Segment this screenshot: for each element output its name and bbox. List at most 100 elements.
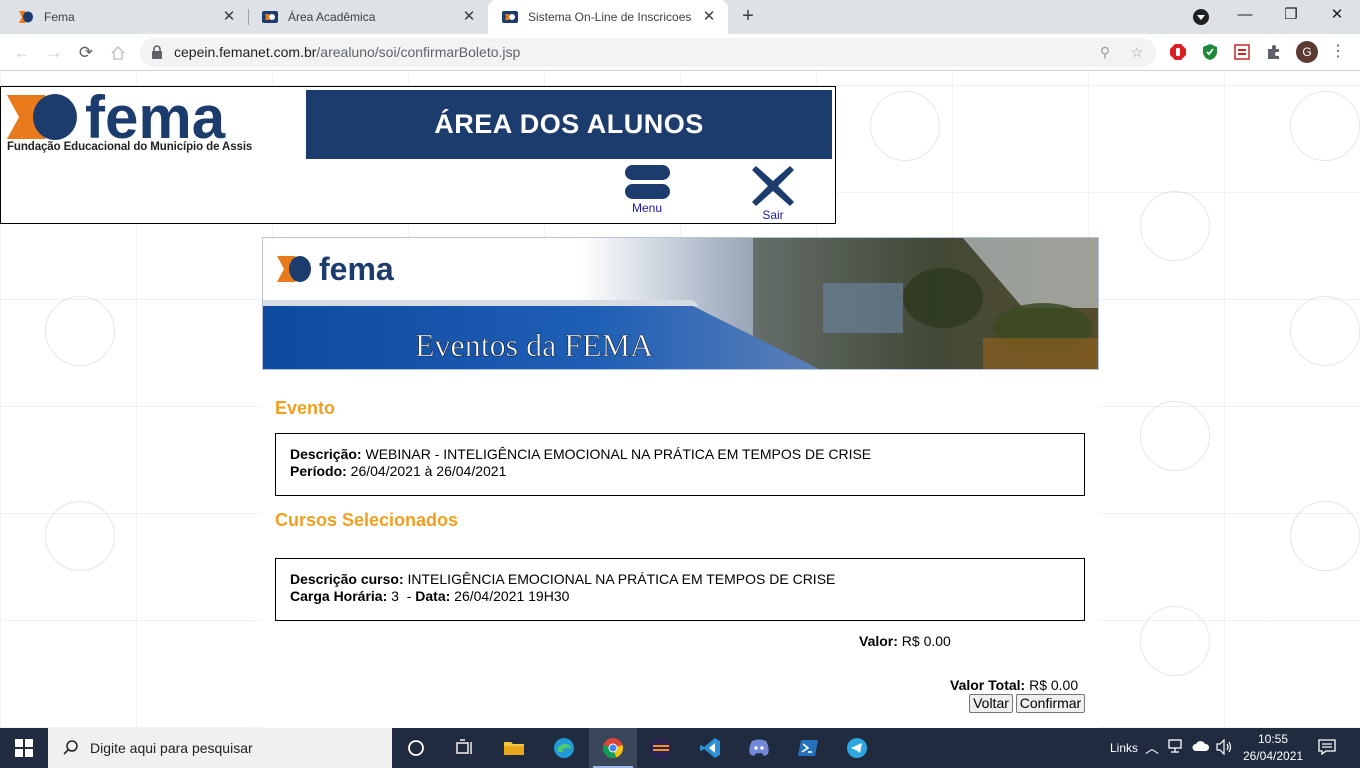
powershell-icon[interactable] — [784, 728, 832, 768]
taskbar-search-box[interactable]: Digite aqui para pesquisar — [48, 728, 392, 768]
search-placeholder: Digite aqui para pesquisar — [90, 740, 253, 756]
bookmark-star-icon[interactable]: ☆ — [1128, 43, 1146, 61]
data-value: 26/04/2021 19H30 — [450, 588, 570, 604]
tab-area-academica[interactable]: Área Acadêmica ✕ — [248, 0, 488, 34]
tab-fema[interactable]: Fema ✕ — [4, 0, 248, 34]
background-pattern — [45, 296, 115, 366]
fema-favicon-icon — [502, 9, 518, 25]
sair-label: Sair — [762, 208, 784, 222]
valor-label: Valor: — [859, 633, 898, 649]
edge-icon[interactable] — [540, 728, 588, 768]
chrome-icon[interactable] — [589, 728, 637, 768]
back-icon[interactable]: ← — [8, 39, 36, 67]
close-window-button[interactable]: ✕ — [1314, 0, 1360, 32]
clock-date[interactable]: 26/04/2021 — [1243, 749, 1303, 763]
background-pattern — [1140, 401, 1210, 471]
logo-tagline: Fundação Educacional do Município de Ass… — [7, 141, 253, 153]
valor-total-value: R$ 0.00 — [1025, 677, 1079, 693]
banner-title: Eventos da FEMA — [415, 327, 653, 363]
voltar-button[interactable]: Voltar — [969, 694, 1013, 713]
main-content: fema Eventos da FEMA Evento Descrição: W… — [262, 237, 1099, 728]
tab-title: Fema — [44, 10, 75, 24]
descricao-curso-label: Descrição curso: — [290, 571, 404, 587]
descricao-value: WEBINAR - INTELIGÊNCIA EMOCIONAL NA PRÁT… — [361, 446, 872, 462]
curso-info-box: Descrição curso: INTELIGÊNCIA EMOCIONAL … — [275, 558, 1085, 621]
evento-periodo-line: Período: 26/04/2021 à 26/04/2021 — [290, 463, 1070, 480]
more-menu-icon[interactable]: ⋮ — [1330, 41, 1346, 63]
task-view-icon[interactable] — [440, 728, 488, 768]
menu-button[interactable]: Menu — [621, 165, 673, 217]
background-pattern — [870, 91, 940, 161]
address-bar[interactable]: cepein.femanet.com.br/arealuno/soi/confi… — [140, 38, 1156, 67]
chevron-up-icon[interactable]: ︿ — [1145, 738, 1159, 758]
tab-title: Área Acadêmica — [288, 10, 376, 24]
curso-carga-line: Carga Horária: 3 - Data: 26/04/2021 19H3… — [290, 588, 1070, 605]
shield-extension-icon[interactable] — [1200, 42, 1220, 62]
close-icon[interactable]: ✕ — [460, 8, 478, 26]
descricao-label: Descrição: — [290, 446, 362, 462]
pdf-extension-icon[interactable] — [1232, 42, 1252, 62]
tab-strip: Fema ✕ Área Acadêmica ✕ Sistema On-Line … — [0, 0, 1360, 34]
section-title-evento: Evento — [275, 398, 336, 418]
tab-search-icon[interactable] — [1193, 9, 1209, 25]
search-icon — [63, 740, 78, 755]
avatar[interactable]: G — [1296, 41, 1318, 63]
discord-icon[interactable] — [735, 728, 783, 768]
volume-icon[interactable] — [1216, 738, 1234, 758]
clock-time[interactable]: 10:55 — [1258, 732, 1288, 746]
windows-start-button[interactable] — [0, 728, 48, 768]
confirmar-button[interactable]: Confirmar — [1016, 694, 1085, 713]
page-content: fema Fundação Educacional do Município d… — [0, 71, 1360, 728]
onedrive-cloud-icon[interactable] — [1192, 740, 1210, 755]
background-pattern — [45, 501, 115, 571]
tab-sistema-inscricoes[interactable]: Sistema On-Line de Inscricoes ✕ — [488, 0, 728, 34]
minimize-button[interactable]: — — [1222, 0, 1268, 32]
banner-logo-wordmark: fema — [319, 251, 394, 287]
fema-favicon-icon — [18, 9, 34, 25]
lock-icon — [152, 45, 162, 59]
new-tab-button[interactable]: + — [736, 5, 760, 29]
carga-label: Carga Horária: — [290, 588, 388, 604]
descricao-curso-value: INTELIGÊNCIA EMOCIONAL NA PRÁTICA EM TEM… — [403, 571, 836, 587]
eclipse-icon[interactable] — [637, 728, 685, 768]
valor-total-line: Valor Total: R$ 0.00 — [950, 677, 1078, 693]
data-label: Data: — [415, 588, 451, 604]
curso-descricao-line: Descrição curso: INTELIGÊNCIA EMOCIONAL … — [290, 571, 1070, 588]
url-path: /arealuno/soi/confirmarBoleto.jsp — [316, 44, 521, 60]
hamburger-icon — [624, 165, 670, 180]
carga-value: 3 - — [387, 588, 416, 604]
links-toolbar-label[interactable]: Links — [1110, 741, 1138, 755]
forward-icon[interactable]: → — [40, 39, 68, 67]
telegram-icon[interactable] — [833, 728, 881, 768]
sair-button[interactable]: Sair — [747, 163, 799, 222]
area-title: ÁREA DOS ALUNOS — [306, 90, 832, 159]
close-x-icon — [752, 166, 794, 206]
restore-button[interactable]: ❐ — [1268, 0, 1314, 32]
menu-label: Menu — [631, 201, 663, 215]
reload-icon[interactable]: ⟳ — [72, 39, 100, 67]
background-pattern — [1290, 501, 1360, 571]
close-icon[interactable]: ✕ — [700, 8, 718, 26]
windows-taskbar: Digite aqui para pesquisar Links ︿ 10:55… — [0, 728, 1360, 768]
background-pattern — [1290, 91, 1360, 161]
evento-info-box: Descrição: WEBINAR - INTELIGÊNCIA EMOCIO… — [275, 433, 1085, 496]
cortana-icon[interactable] — [392, 728, 440, 768]
site-header: fema Fundação Educacional do Município d… — [0, 86, 836, 224]
url-host: cepein.femanet.com.br — [174, 44, 317, 60]
tab-title: Sistema On-Line de Inscricoes — [528, 10, 692, 24]
background-pattern — [1140, 191, 1210, 261]
fema-favicon-icon — [262, 9, 278, 25]
notifications-icon[interactable] — [1318, 739, 1336, 758]
close-icon[interactable]: ✕ — [220, 8, 238, 26]
file-explorer-icon[interactable] — [490, 728, 538, 768]
home-icon[interactable] — [104, 39, 132, 67]
adblock-extension-icon[interactable] — [1168, 42, 1188, 62]
zoom-icon[interactable]: ⚲ — [1096, 43, 1114, 61]
puzzle-extensions-icon[interactable] — [1264, 42, 1284, 62]
vscode-icon[interactable] — [686, 728, 734, 768]
periodo-label: Período: — [290, 463, 347, 479]
background-pattern — [1290, 296, 1360, 366]
valor-line: Valor: R$ 0.00 — [859, 633, 951, 649]
network-icon[interactable] — [1168, 739, 1184, 756]
periodo-value: 26/04/2021 à 26/04/2021 — [346, 463, 507, 479]
